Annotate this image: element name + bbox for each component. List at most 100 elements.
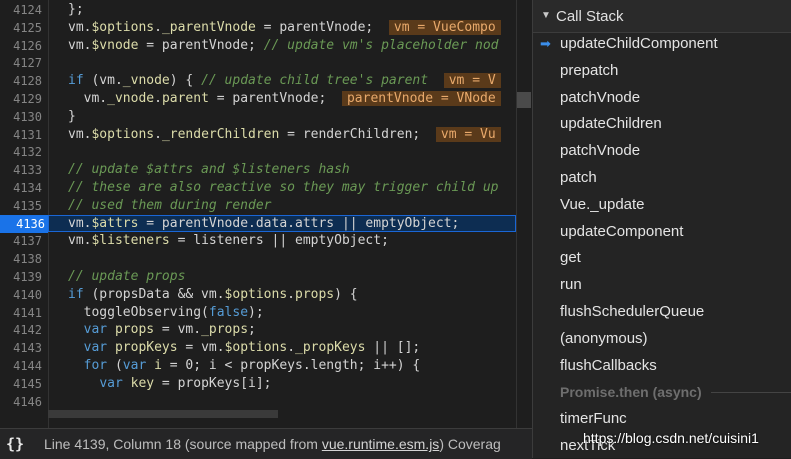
call-frame[interactable]: flushSchedulerQueue: [533, 299, 791, 325]
code-token: _renderChildren: [161, 126, 280, 142]
line-number[interactable]: 4134: [0, 179, 42, 197]
code-token: _vnode: [107, 91, 155, 106]
code-line[interactable]: 4138: [0, 250, 516, 268]
code-line[interactable]: 4132: [0, 143, 516, 161]
call-frame[interactable]: updateChildren: [533, 111, 791, 137]
code-line[interactable]: 4140 if (propsData && vm.$options.props) …: [0, 286, 516, 304]
line-number[interactable]: 4138: [0, 250, 42, 268]
code-line[interactable]: 4142 var props = vm._props;: [0, 321, 516, 339]
call-frame[interactable]: flushCallbacks: [533, 353, 791, 379]
code-token: $options: [91, 126, 155, 142]
code-token: };: [68, 2, 84, 17]
curly-braces-icon[interactable]: {}: [6, 429, 24, 459]
code-line[interactable]: 4137 vm.$listeners = listeners || emptyOb…: [0, 232, 516, 250]
line-number[interactable]: 4126: [0, 37, 42, 55]
horizontal-scrollbar-thumb[interactable]: [48, 410, 278, 418]
code-token: ;: [248, 322, 256, 338]
call-frame[interactable]: ➡ updateChildComponent: [533, 31, 791, 57]
call-stack-panel: ▼ Call Stack ➡ updateChildComponent prepat…: [532, 0, 791, 458]
code-text: // used them during render: [68, 197, 272, 215]
line-number[interactable]: 4146: [0, 393, 42, 411]
call-frame-label: get: [560, 249, 581, 267]
status-suffix: ) Coverag: [439, 436, 501, 452]
line-number[interactable]: 4125: [0, 19, 42, 37]
call-frame[interactable]: Vue._update: [533, 192, 791, 218]
code-line[interactable]: 4141 toggleObserving(false);: [0, 304, 516, 322]
line-number[interactable]: 4131: [0, 126, 42, 144]
call-frame[interactable]: prepatch: [533, 58, 791, 84]
call-frame-label: flushCallbacks: [560, 356, 657, 374]
code-line[interactable]: 4127: [0, 54, 516, 72]
line-number[interactable]: 4132: [0, 143, 42, 161]
call-frame[interactable]: run: [533, 272, 791, 298]
code-text: // update $attrs and $listeners hash: [68, 161, 350, 179]
code-line[interactable]: 4145 var key = propKeys[i];: [0, 375, 516, 393]
code-line[interactable]: 4136 vm.$attrs = parentVnode.data.attrs |…: [0, 214, 516, 233]
expand-triangle-icon: ▼: [541, 10, 551, 21]
line-number[interactable]: 4145: [0, 375, 42, 393]
line-number[interactable]: 4137: [0, 232, 42, 250]
line-number[interactable]: 4139: [0, 268, 42, 286]
source-editor[interactable]: 4124}; 4125 vm.$options._parentVnode = par…: [0, 0, 516, 428]
call-frame[interactable]: updateComponent: [533, 219, 791, 245]
code-token: propKeys: [114, 340, 178, 356]
code-text: };: [68, 1, 84, 19]
code-line[interactable]: 4126 vm.$vnode = parentVnode; // update v…: [0, 37, 516, 55]
line-number[interactable]: 4144: [0, 357, 42, 375]
call-frame[interactable]: patchVnode: [533, 85, 791, 111]
code-line[interactable]: 4135 // used them during render: [0, 197, 516, 215]
code-token: = propKeys[i];: [154, 375, 272, 391]
code-token: = vm.: [177, 340, 225, 356]
code-token: // update child tree's parent: [201, 73, 444, 89]
code-line[interactable]: 4139 // update props: [0, 268, 516, 286]
line-number[interactable]: 4141: [0, 304, 42, 322]
call-frame[interactable]: timerFunc: [533, 406, 791, 432]
code-line[interactable]: 4143 var propKeys = vm.$options._propKey…: [0, 339, 516, 357]
code-text: vm.$attrs = parentVnode.data.attrs || em…: [68, 215, 459, 233]
code-token: (vm.: [83, 73, 123, 89]
call-frame[interactable]: (anonymous): [533, 326, 791, 352]
code-token: vm.: [68, 233, 92, 249]
code-line[interactable]: 4144 for (var i = 0; i < propKeys.length…: [0, 357, 516, 375]
code-line[interactable]: 4128 if (vm._vnode) { // update child tre…: [0, 72, 516, 90]
code-line[interactable]: 4146: [0, 393, 516, 411]
code-text: // update props: [68, 268, 185, 286]
call-frame-label: patchVnode: [560, 142, 641, 160]
call-stack-header[interactable]: ▼ Call Stack: [533, 0, 791, 33]
line-number[interactable]: 4127: [0, 54, 42, 72]
line-number[interactable]: 4133: [0, 161, 42, 179]
code-line[interactable]: 4125 vm.$options._parentVnode = parentVno…: [0, 19, 516, 37]
code-token: var: [83, 322, 108, 338]
line-number[interactable]: 4140: [0, 286, 42, 304]
line-number[interactable]: 4124: [0, 1, 42, 19]
breakpoint-line-number[interactable]: 4136: [0, 214, 48, 233]
line-number[interactable]: 4142: [0, 321, 42, 339]
call-frame-label: updateChildren: [560, 115, 662, 133]
line-number[interactable]: 4135: [0, 197, 42, 215]
code-token: = vm.: [154, 322, 202, 338]
line-number[interactable]: 4128: [0, 72, 42, 90]
line-number[interactable]: 4130: [0, 108, 42, 126]
code-token: var: [83, 340, 108, 356]
code-token: vm.: [68, 126, 92, 142]
call-frame[interactable]: patch: [533, 165, 791, 191]
code-line[interactable]: 4129 vm._vnode.parent = parentVnode; par…: [0, 90, 516, 108]
source-map-link[interactable]: vue.runtime.esm.js: [322, 436, 439, 452]
call-frame[interactable]: patchVnode: [533, 138, 791, 164]
inline-value-hint: vm = VueCompo: [388, 19, 501, 35]
vertical-scrollbar[interactable]: [516, 0, 533, 428]
code-line[interactable]: 4133 // update $attrs and $listeners hash: [0, 161, 516, 179]
line-number[interactable]: 4143: [0, 339, 42, 357]
code-line[interactable]: 4131 vm.$options._renderChildren = render…: [0, 126, 516, 144]
vertical-scrollbar-thumb[interactable]: [517, 92, 531, 108]
call-frame[interactable]: get: [533, 245, 791, 271]
call-stack-title: Call Stack: [556, 8, 624, 25]
code-token: ) {: [169, 73, 202, 89]
code-line[interactable]: 4134 // these are also reactive so they m…: [0, 179, 516, 197]
code-line[interactable]: 4130}: [0, 108, 516, 126]
code-line[interactable]: 4124};: [0, 1, 516, 19]
line-number[interactable]: 4129: [0, 90, 42, 108]
